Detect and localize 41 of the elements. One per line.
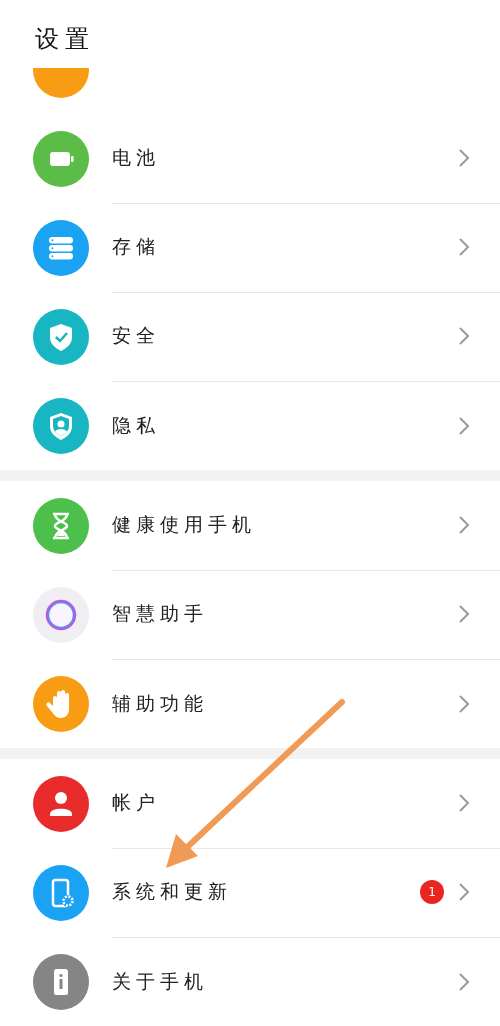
chevron-icon <box>458 415 470 436</box>
settings-item[interactable]: 隐私 <box>0 381 500 470</box>
item-label: 系统和更新 <box>112 879 233 904</box>
hourglass-icon <box>33 497 89 554</box>
chevron-icon <box>458 326 470 346</box>
storage-icon <box>33 219 89 276</box>
item-label: 电池 <box>112 145 161 170</box>
chevron-icon <box>458 971 470 992</box>
chevron-icon <box>458 882 470 902</box>
chevron-icon <box>458 693 470 714</box>
ring-icon <box>33 586 89 643</box>
settings-item[interactable]: 健康使用手机 <box>0 481 500 570</box>
battery-icon <box>33 130 89 187</box>
item-label: 关于手机 <box>112 968 209 994</box>
shield-check-icon <box>33 308 89 365</box>
item-label: 辅助功能 <box>112 690 209 716</box>
item-label: 智慧助手 <box>112 601 209 626</box>
chevron-icon <box>458 793 470 813</box>
settings-item[interactable]: 关于手机 <box>0 937 500 1026</box>
page-title: 设置 <box>35 24 95 55</box>
phone-gear-icon <box>33 864 89 921</box>
notification-badge: 1 <box>420 880 444 904</box>
phone-info-icon <box>33 953 89 1010</box>
item-label: 健康使用手机 <box>112 512 257 537</box>
settings-item[interactable]: 存储 <box>0 203 500 292</box>
item-label: 存储 <box>112 234 161 259</box>
shield-person-icon <box>33 397 89 454</box>
settings-item[interactable]: 帐户 <box>0 759 500 848</box>
settings-item[interactable]: 安全 <box>0 292 500 381</box>
item-label: 安全 <box>112 323 161 348</box>
chevron-icon <box>458 515 470 535</box>
chevron-icon <box>458 148 470 168</box>
chevron-icon <box>458 237 470 257</box>
settings-item[interactable]: 辅助功能 <box>0 659 500 748</box>
item-label: 帐户 <box>112 790 161 815</box>
settings-item[interactable]: 智慧助手 <box>0 570 500 659</box>
item-label: 隐私 <box>112 412 161 438</box>
settings-item[interactable]: 电池 <box>0 114 500 203</box>
chevron-icon <box>458 604 470 624</box>
person-icon <box>33 775 89 832</box>
hand-icon <box>33 675 89 732</box>
